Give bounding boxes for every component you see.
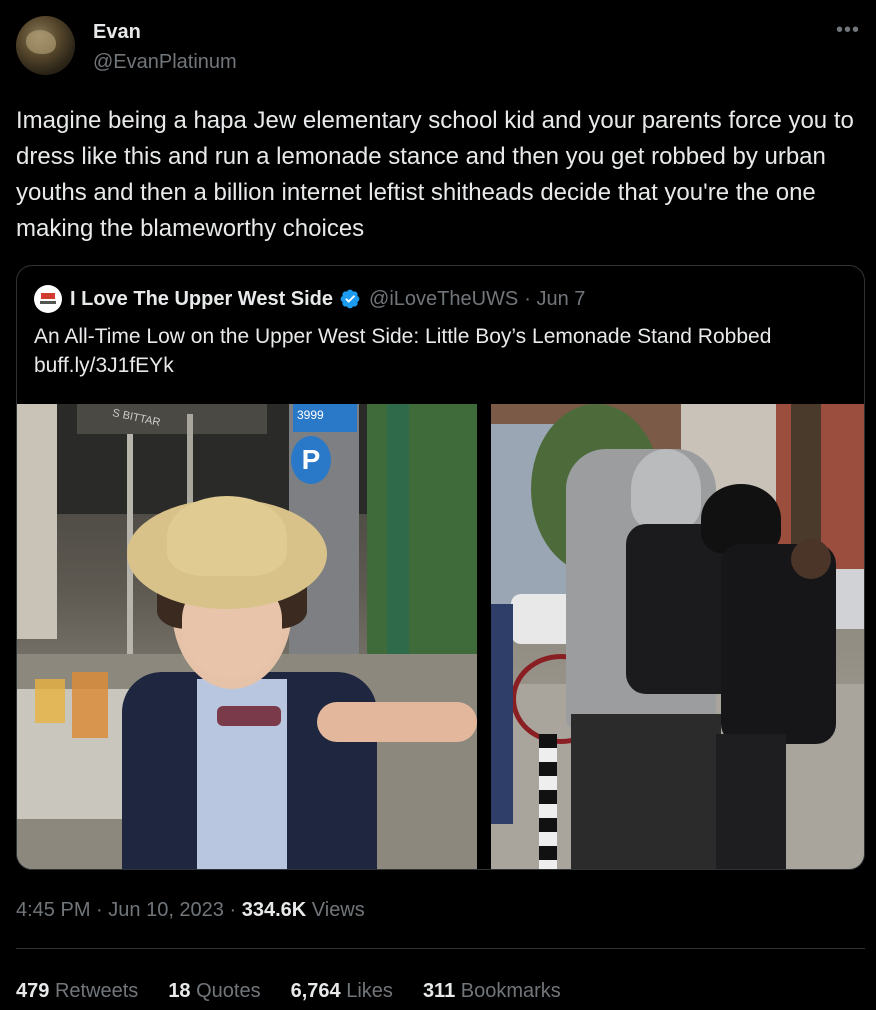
stat-count: 479 bbox=[16, 980, 50, 1002]
parking-sign: P bbox=[291, 436, 331, 484]
photo-boy-in-straw-hat[interactable]: S BITTAR 3999 P bbox=[17, 404, 477, 869]
separator-dot: · bbox=[229, 899, 242, 921]
quoted-tweet-body: An All-Time Low on the Upper West Side: … bbox=[34, 325, 772, 348]
more-options-icon[interactable]: ••• bbox=[836, 20, 860, 40]
author-handle[interactable]: @EvanPlatinum bbox=[93, 50, 237, 74]
tweet-timestamp: 4:45 PM · Jun 10, 2023 · 334.6K Views bbox=[16, 897, 365, 923]
tweet-text: Imagine being a hapa Jew elementary scho… bbox=[16, 107, 861, 242]
verified-badge-icon bbox=[340, 289, 360, 309]
author-avatar[interactable] bbox=[16, 16, 75, 75]
views-count: 334.6K bbox=[241, 899, 307, 921]
tweet-header: Evan @EvanPlatinum ••• bbox=[16, 16, 860, 76]
tweet-date[interactable]: Jun 10, 2023 bbox=[108, 899, 224, 921]
photo-hooded-youths-with-backpacks[interactable] bbox=[491, 404, 864, 869]
meter-number: 3999 bbox=[293, 404, 357, 432]
quoted-author-display-name[interactable]: I Love The Upper West Side bbox=[70, 288, 333, 311]
separator-dot: · bbox=[96, 899, 109, 921]
author-names: Evan @EvanPlatinum bbox=[93, 20, 237, 74]
views-label: Views bbox=[311, 899, 365, 921]
quoted-author-handle[interactable]: @iLoveTheUWS bbox=[369, 288, 518, 311]
stat-count: 18 bbox=[168, 980, 191, 1002]
stat-label: Quotes bbox=[196, 980, 261, 1002]
stat-quotes[interactable]: 18 Quotes bbox=[168, 978, 260, 1004]
quoted-tweet-header: I Love The Upper West Side @iLoveTheUWS … bbox=[34, 285, 585, 313]
quoted-author-avatar[interactable] bbox=[34, 285, 62, 313]
quoted-tweet-text: An All-Time Low on the Upper West Side: … bbox=[34, 322, 849, 380]
author-display-name[interactable]: Evan bbox=[93, 20, 237, 44]
quoted-tweet-card[interactable]: I Love The Upper West Side @iLoveTheUWS … bbox=[16, 265, 865, 870]
stat-label: Likes bbox=[346, 980, 393, 1002]
tweet-time[interactable]: 4:45 PM bbox=[16, 899, 90, 921]
divider bbox=[16, 948, 865, 949]
stat-count: 6,764 bbox=[290, 980, 341, 1002]
stat-label: Bookmarks bbox=[460, 980, 561, 1002]
stat-likes[interactable]: 6,764 Likes bbox=[291, 978, 393, 1004]
quoted-tweet-date[interactable]: · Jun 7 bbox=[524, 288, 585, 311]
quoted-tweet-media: S BITTAR 3999 P bbox=[17, 404, 864, 869]
stat-bookmarks[interactable]: 311 Bookmarks bbox=[423, 978, 561, 1004]
engagement-stats: 479 Retweets 18 Quotes 6,764 Likes 311 B… bbox=[16, 978, 561, 1004]
quoted-tweet-link[interactable]: buff.ly/3J1fEYk bbox=[34, 354, 174, 377]
stat-retweets[interactable]: 479 Retweets bbox=[16, 978, 138, 1004]
stat-label: Retweets bbox=[54, 980, 139, 1002]
stat-count: 311 bbox=[422, 980, 456, 1002]
